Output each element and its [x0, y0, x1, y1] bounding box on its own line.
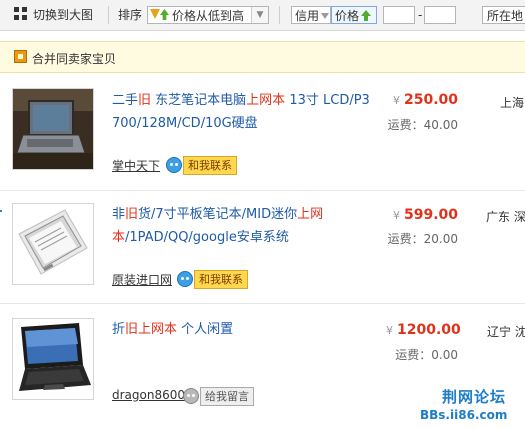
view-toggle-button[interactable]: 切换到大图 [10, 6, 97, 24]
contact-label: 和我联系 [183, 156, 237, 175]
currency-symbol: ¥ [392, 209, 400, 222]
list-item: 二手旧 东芝笔记本电脑上网本 13寸 LCD/P3 700/128M/CD/10… [0, 82, 525, 186]
shipping-fee: 运费：0.00 [395, 348, 458, 362]
price-range-dash: - [418, 8, 423, 22]
sort-label: 排序 [118, 8, 143, 22]
location-select[interactable]: 所在地 [482, 6, 525, 24]
currency-symbol: ¥ [386, 324, 393, 337]
product-image[interactable] [12, 318, 94, 400]
arrow-up-icon [361, 10, 372, 21]
arrow-down-icon [321, 13, 330, 19]
seller-location: 辽宁 沈 [487, 325, 525, 339]
seller-name-link[interactable]: 掌中天下 [112, 157, 160, 174]
wangwang-offline-icon [183, 388, 199, 404]
shop-icon [14, 50, 27, 63]
location-select-label: 所在地 [487, 9, 524, 23]
seller-name-link[interactable]: dragon8600 [112, 388, 185, 402]
list-item: 非旧货/7寸平板笔记本/MID迷你上网本/1PAD/QQ/google安卓系统 … [0, 195, 525, 301]
price-value: 1200.00 [397, 322, 461, 338]
contact-seller-button[interactable]: 和我联系 [177, 270, 248, 289]
product-image[interactable] [12, 88, 94, 170]
grid-view-icon [14, 7, 28, 21]
sort-credit-button[interactable]: 信用 [291, 6, 331, 24]
sort-price-icon [150, 8, 172, 22]
contact-seller-button[interactable]: 和我联系 [166, 156, 237, 175]
sort-price-label: 价格 [335, 9, 360, 23]
price: ¥599.00 [388, 207, 458, 223]
product-image[interactable] [12, 203, 94, 285]
contact-label: 给我留言 [200, 387, 254, 406]
sort-select[interactable]: 价格从低到高 ▼ [147, 6, 269, 24]
price-max-input[interactable] [424, 6, 456, 24]
price: ¥1200.00 [386, 322, 461, 338]
shipping-fee: 运费：40.00 [387, 118, 458, 132]
contact-label: 和我联系 [194, 270, 248, 289]
seller-location: 上海 [500, 96, 525, 110]
product-title-link[interactable]: 非旧货/7寸平板笔记本/MID迷你上网本/1PAD/QQ/google安卓系统 [112, 203, 374, 249]
currency-symbol: ¥ [392, 94, 400, 107]
leave-message-button[interactable]: 给我留言 [183, 387, 254, 406]
item-divider [0, 303, 525, 304]
sort-price-button[interactable]: 价格 [331, 6, 377, 24]
item-divider [0, 190, 525, 191]
toolbar-divider [108, 6, 109, 24]
wangwang-icon [166, 157, 182, 173]
watermark-title: 荆网论坛 [442, 388, 507, 406]
sort-credit-label: 信用 [295, 9, 320, 23]
seller-name-link[interactable]: 原装进口网 [112, 271, 172, 288]
shipping-fee: 运费：20.00 [387, 232, 458, 246]
chevron-down-icon[interactable]: ▼ [251, 7, 268, 23]
sort-select-value: 价格从低到高 [172, 9, 245, 23]
merge-seller-link[interactable]: 合并同卖家宝贝 [32, 50, 116, 67]
price-value: 250.00 [403, 92, 458, 108]
seller-location: 广东 深 [486, 210, 525, 224]
watermark-url: BBs.ii86.com [420, 408, 508, 422]
product-title-link[interactable]: 折旧上网本 个人闲置 [112, 318, 374, 341]
view-toggle-label: 切换到大图 [33, 8, 94, 22]
price-min-input[interactable] [383, 6, 415, 24]
price-value: 599.00 [403, 207, 458, 223]
sort-toolbar: 切换到大图 排序 价格从低到高 ▼ 信用 价格 - 所在地 [0, 0, 525, 31]
wangwang-icon [177, 271, 193, 287]
product-title-link[interactable]: 二手旧 东芝笔记本电脑上网本 13寸 LCD/P3 700/128M/CD/10… [112, 89, 374, 135]
merge-seller-bar: 合并同卖家宝贝 [0, 41, 525, 73]
toolbar-divider [279, 6, 280, 24]
price: ¥250.00 [388, 92, 458, 108]
